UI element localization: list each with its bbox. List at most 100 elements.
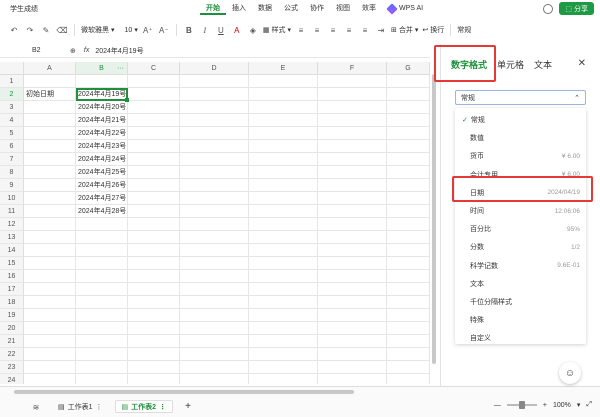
cell-d3[interactable] bbox=[180, 101, 249, 114]
cell-b15[interactable] bbox=[76, 257, 128, 270]
wrap-button[interactable]: ↩ 换行 bbox=[422, 25, 444, 35]
cell-g21[interactable] bbox=[387, 335, 430, 348]
cell-b18[interactable] bbox=[76, 296, 128, 309]
zoom-in-icon[interactable]: ⊕ bbox=[70, 47, 76, 55]
cell-g10[interactable] bbox=[387, 192, 430, 205]
cell-e6[interactable] bbox=[249, 140, 318, 153]
menu-collaborate[interactable]: 协作 bbox=[304, 3, 330, 15]
menu-view[interactable]: 视图 bbox=[330, 3, 356, 15]
cell-f9[interactable] bbox=[318, 179, 387, 192]
cell-f2[interactable] bbox=[318, 88, 387, 101]
menu-formula[interactable]: 公式 bbox=[278, 3, 304, 15]
row-header-12[interactable]: 12 bbox=[0, 218, 24, 231]
cell-g22[interactable] bbox=[387, 348, 430, 361]
row-header-11[interactable]: 11 bbox=[0, 205, 24, 218]
row-header-13[interactable]: 13 bbox=[0, 231, 24, 244]
row-header-2[interactable]: 2 bbox=[0, 88, 24, 101]
cell-c16[interactable] bbox=[128, 270, 180, 283]
font-color-button[interactable]: A bbox=[231, 24, 243, 36]
format-option-2[interactable]: 货币 ¥ 6.00 bbox=[455, 147, 586, 165]
cloud-sync-icon[interactable] bbox=[543, 3, 554, 14]
cell-g24[interactable] bbox=[387, 374, 430, 384]
cell-e1[interactable] bbox=[249, 75, 318, 88]
sheet-tab-1[interactable]: ▤ 工作表1 ⋮ bbox=[52, 400, 109, 413]
cell-f23[interactable] bbox=[318, 361, 387, 374]
row-header-5[interactable]: 5 bbox=[0, 127, 24, 140]
align-left-icon[interactable]: ≡ bbox=[295, 24, 307, 36]
cell-b2[interactable]: 2024年4月19号 bbox=[76, 88, 128, 101]
cell-g18[interactable] bbox=[387, 296, 430, 309]
cell-g6[interactable] bbox=[387, 140, 430, 153]
cell-a10[interactable] bbox=[24, 192, 76, 205]
cell-g4[interactable] bbox=[387, 114, 430, 127]
cell-e5[interactable] bbox=[249, 127, 318, 140]
cell-b19[interactable] bbox=[76, 309, 128, 322]
cell-f13[interactable] bbox=[318, 231, 387, 244]
cell-d13[interactable] bbox=[180, 231, 249, 244]
font-size-select[interactable]: 10 ▾ bbox=[125, 26, 138, 35]
cell-c9[interactable] bbox=[128, 179, 180, 192]
cell-b22[interactable] bbox=[76, 348, 128, 361]
cell-e11[interactable] bbox=[249, 205, 318, 218]
cell-a12[interactable] bbox=[24, 218, 76, 231]
cell-c20[interactable] bbox=[128, 322, 180, 335]
spreadsheet-grid[interactable]: A B ··· C D E F G 1 2 初始日期 2024年4月19号 3 2024年4月20号 4 20… bbox=[0, 62, 430, 384]
cell-b9[interactable]: 2024年4月26号 bbox=[76, 179, 128, 192]
cell-e14[interactable] bbox=[249, 244, 318, 257]
cell-a4[interactable] bbox=[24, 114, 76, 127]
cell-a24[interactable] bbox=[24, 374, 76, 384]
format-option-0[interactable]: ✓ 常规 bbox=[455, 111, 586, 129]
name-box[interactable]: B2 bbox=[0, 47, 70, 54]
cell-f5[interactable] bbox=[318, 127, 387, 140]
sheet-tab-2[interactable]: ▤ 工作表2 ⋮ bbox=[114, 400, 174, 413]
cell-d11[interactable] bbox=[180, 205, 249, 218]
row-header-14[interactable]: 14 bbox=[0, 244, 24, 257]
cell-a2[interactable]: 初始日期 bbox=[24, 88, 76, 101]
cell-c3[interactable] bbox=[128, 101, 180, 114]
cell-a11[interactable] bbox=[24, 205, 76, 218]
cell-f16[interactable] bbox=[318, 270, 387, 283]
cell-c2[interactable] bbox=[128, 88, 180, 101]
cell-e9[interactable] bbox=[249, 179, 318, 192]
underline-button[interactable]: U bbox=[215, 24, 227, 36]
share-button[interactable]: ⬚ 分享 bbox=[559, 2, 594, 15]
cell-f6[interactable] bbox=[318, 140, 387, 153]
cell-c8[interactable] bbox=[128, 166, 180, 179]
decrease-font-icon[interactable]: A⁻ bbox=[158, 24, 170, 36]
cell-e4[interactable] bbox=[249, 114, 318, 127]
cell-c7[interactable] bbox=[128, 153, 180, 166]
cell-e2[interactable] bbox=[249, 88, 318, 101]
cell-d12[interactable] bbox=[180, 218, 249, 231]
cell-a17[interactable] bbox=[24, 283, 76, 296]
cell-b23[interactable] bbox=[76, 361, 128, 374]
fx-button[interactable]: fx bbox=[84, 47, 89, 54]
cell-b10[interactable]: 2024年4月27号 bbox=[76, 192, 128, 205]
cell-f19[interactable] bbox=[318, 309, 387, 322]
cell-f17[interactable] bbox=[318, 283, 387, 296]
cell-f11[interactable] bbox=[318, 205, 387, 218]
cell-c15[interactable] bbox=[128, 257, 180, 270]
cell-f24[interactable] bbox=[318, 374, 387, 384]
column-header-b[interactable]: B ··· bbox=[76, 62, 128, 75]
cell-d17[interactable] bbox=[180, 283, 249, 296]
cell-c24[interactable] bbox=[128, 374, 180, 384]
cell-d9[interactable] bbox=[180, 179, 249, 192]
cell-e12[interactable] bbox=[249, 218, 318, 231]
cell-d14[interactable] bbox=[180, 244, 249, 257]
cell-a8[interactable] bbox=[24, 166, 76, 179]
row-header-18[interactable]: 18 bbox=[0, 296, 24, 309]
cell-g11[interactable] bbox=[387, 205, 430, 218]
cell-a6[interactable] bbox=[24, 140, 76, 153]
more-icon[interactable]: ⋮ bbox=[96, 403, 103, 411]
cell-c14[interactable] bbox=[128, 244, 180, 257]
format-option-7[interactable]: 分数 1/2 bbox=[455, 238, 586, 256]
align-justify-icon[interactable]: ≡ bbox=[343, 24, 355, 36]
chevron-down-icon[interactable]: ▾ bbox=[577, 401, 581, 409]
zoom-out-icon[interactable]: — bbox=[494, 402, 501, 409]
cell-a19[interactable] bbox=[24, 309, 76, 322]
cell-d8[interactable] bbox=[180, 166, 249, 179]
cell-b12[interactable] bbox=[76, 218, 128, 231]
cell-d24[interactable] bbox=[180, 374, 249, 384]
column-header-f[interactable]: F bbox=[318, 62, 387, 75]
cell-f14[interactable] bbox=[318, 244, 387, 257]
